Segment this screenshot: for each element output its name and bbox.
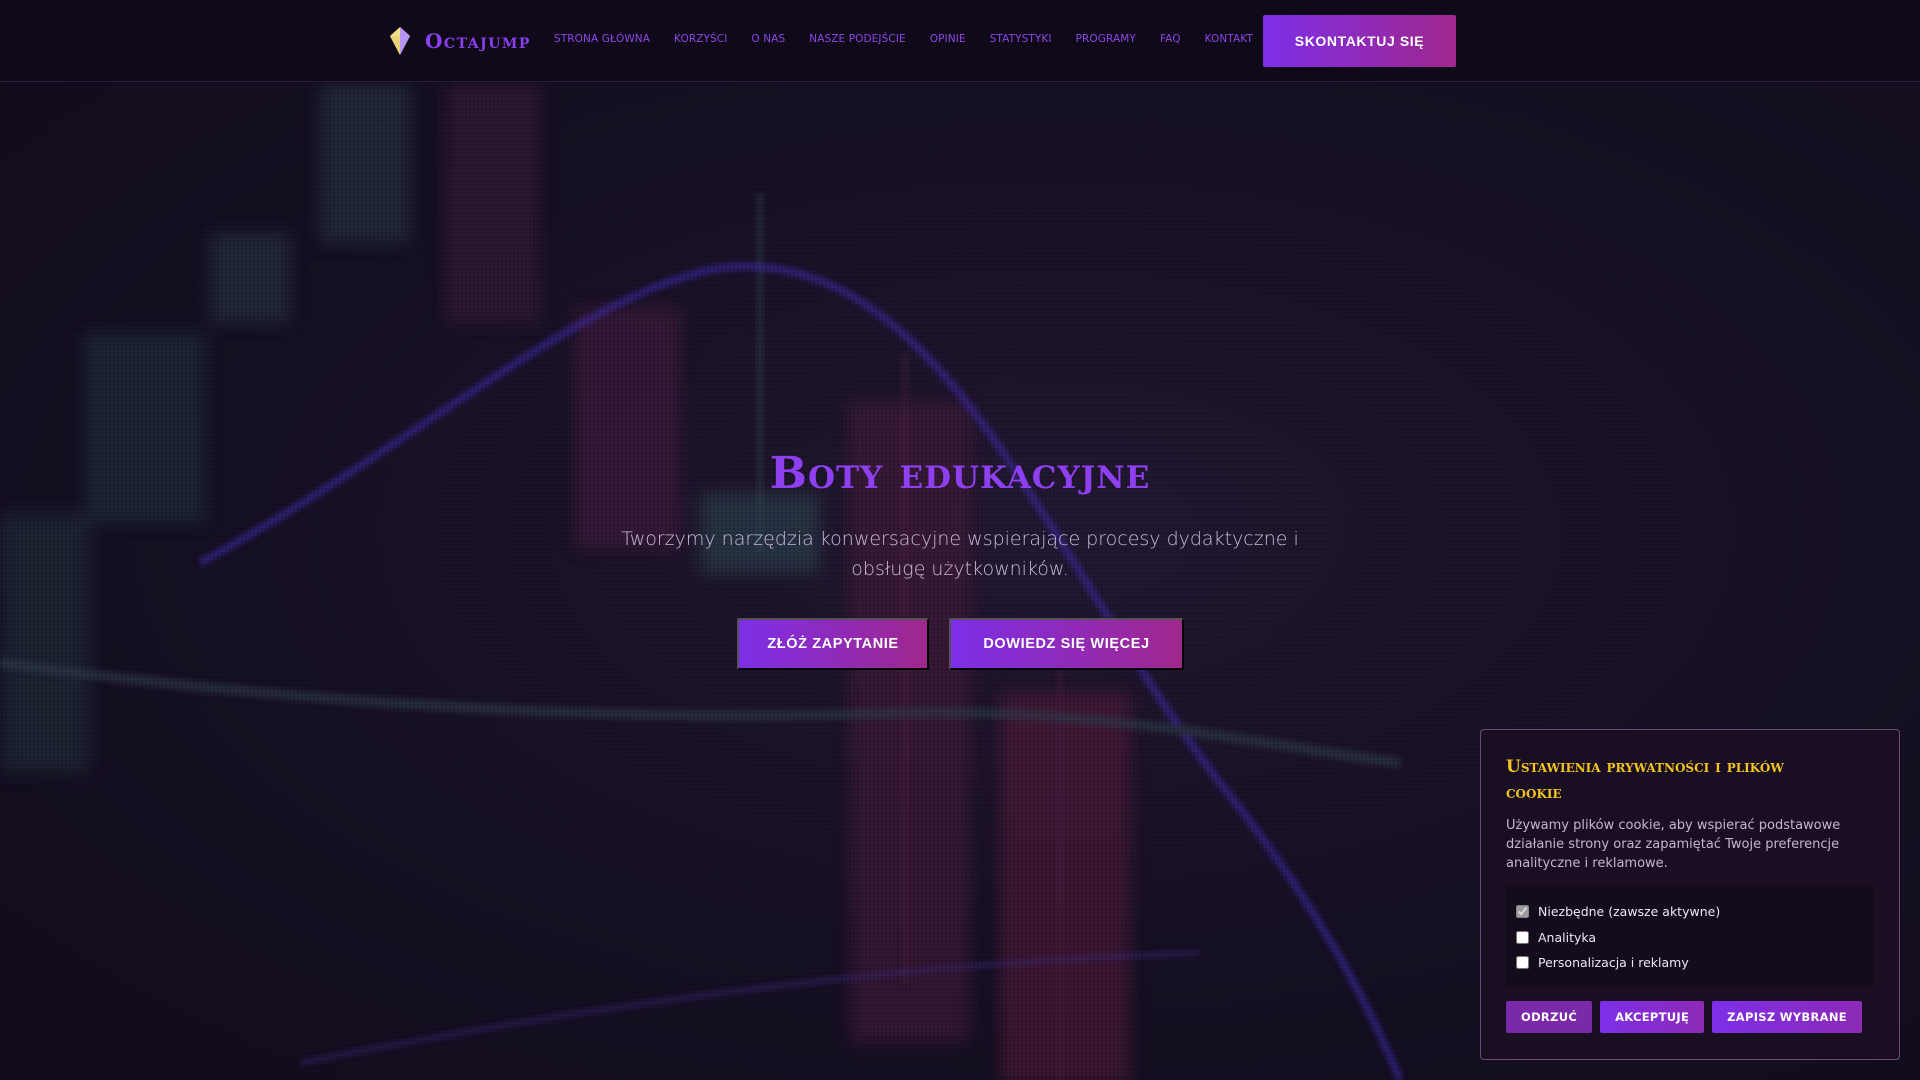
nav-item-benefits[interactable]: KORZYŚCI bbox=[674, 33, 727, 45]
analytics-label[interactable]: Analityka bbox=[1538, 930, 1596, 945]
brand-logo[interactable]: Octajump bbox=[389, 26, 531, 56]
nav-item-statistics[interactable]: STATYSTYKI bbox=[990, 33, 1052, 45]
submit-inquiry-button[interactable]: ZŁÓŻ ZAPYTANIE bbox=[737, 618, 929, 670]
nav-item-approach[interactable]: NASZE PODEJŚCIE bbox=[809, 33, 906, 45]
necessary-label: Niezbędne (zawsze aktywne) bbox=[1538, 904, 1721, 920]
cookie-option-personalization: Personalizacja i reklamy bbox=[1516, 950, 1864, 976]
main-nav: STRONA GŁÓWNA KORZYŚCI O NAS NASZE PODEJ… bbox=[554, 33, 1253, 45]
nav-item-contact[interactable]: KONTAKT bbox=[1205, 33, 1253, 45]
cookie-option-necessary: Niezbędne (zawsze aktywne) bbox=[1516, 899, 1864, 925]
cookie-button-row: ODRZUĆ AKCEPTUJĘ ZAPISZ WYBRANE bbox=[1506, 1000, 1874, 1033]
hero-title: Boty edukacyjne bbox=[769, 448, 1151, 499]
cookie-consent-panel: Ustawienia prywatności i plików cookie U… bbox=[1480, 729, 1900, 1060]
cookie-reject-button[interactable]: ODRZUĆ bbox=[1506, 1000, 1593, 1033]
site-header: Octajump STRONA GŁÓWNA KORZYŚCI O NAS NA… bbox=[0, 0, 1920, 82]
cookie-options-list: Niezbędne (zawsze aktywne) Analityka Per… bbox=[1506, 886, 1874, 986]
learn-more-button[interactable]: DOWIEDZ SIĘ WIĘCEJ bbox=[949, 618, 1184, 670]
brand-name: Octajump bbox=[425, 29, 531, 53]
nav-item-faq[interactable]: FAQ bbox=[1160, 33, 1181, 45]
cookie-panel-description: Używamy plików cookie, aby wspierać pods… bbox=[1506, 818, 1841, 871]
cookie-option-analytics: Analityka bbox=[1516, 925, 1864, 951]
diamond-logo-icon bbox=[390, 27, 410, 55]
cookie-panel-title: Ustawienia prywatności i plików cookie bbox=[1506, 757, 1784, 803]
analytics-checkbox[interactable] bbox=[1516, 930, 1529, 944]
cookie-accept-button[interactable]: AKCEPTUJĘ bbox=[1600, 1000, 1705, 1033]
necessary-checkbox bbox=[1516, 905, 1529, 919]
nav-item-programs[interactable]: PROGRAMY bbox=[1076, 33, 1136, 45]
personalization-checkbox[interactable] bbox=[1516, 956, 1529, 970]
nav-item-home[interactable]: STRONA GŁÓWNA bbox=[554, 33, 650, 45]
hero-subtitle: Tworzymy narzędzia konwersacyjne wspiera… bbox=[621, 528, 1299, 580]
nav-item-about[interactable]: O NAS bbox=[751, 33, 785, 45]
personalization-label[interactable]: Personalizacja i reklamy bbox=[1538, 955, 1689, 970]
contact-cta-button[interactable]: SKONTAKTUJ SIĘ bbox=[1263, 15, 1456, 67]
nav-item-reviews[interactable]: OPINIE bbox=[930, 33, 966, 45]
cookie-save-button[interactable]: ZAPISZ WYBRANE bbox=[1712, 1000, 1862, 1033]
